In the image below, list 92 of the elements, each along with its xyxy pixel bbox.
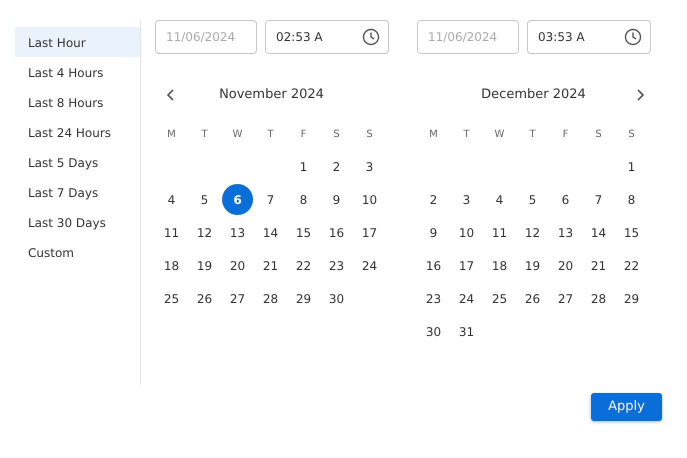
day-button[interactable]: 4: [484, 184, 515, 215]
day-button[interactable]: 5: [189, 184, 220, 215]
day-button[interactable]: 22: [616, 250, 647, 281]
weekday-label: F: [300, 128, 308, 142]
day-button[interactable]: 3: [354, 151, 385, 182]
day-button[interactable]: 14: [255, 217, 286, 248]
day-button[interactable]: 7: [255, 184, 286, 215]
day-button[interactable]: 6: [222, 184, 253, 215]
day-button[interactable]: 17: [451, 250, 482, 281]
day-button[interactable]: 7: [583, 184, 614, 215]
weekday-label: S: [332, 128, 341, 142]
weekday-label: T: [462, 128, 471, 142]
day-button[interactable]: 9: [418, 217, 449, 248]
day-button[interactable]: 15: [288, 217, 319, 248]
day-button[interactable]: 1: [616, 151, 647, 182]
weekday-label: M: [166, 128, 177, 142]
day-button[interactable]: 22: [288, 250, 319, 281]
weekday-label: F: [562, 128, 570, 142]
day-button[interactable]: 3: [451, 184, 482, 215]
day-button[interactable]: 25: [156, 283, 187, 314]
day-button[interactable]: 11: [484, 217, 515, 248]
weekday-label: W: [232, 128, 244, 142]
day-button[interactable]: 27: [222, 283, 253, 314]
day-button[interactable]: 28: [255, 283, 286, 314]
day-button[interactable]: 26: [517, 283, 548, 314]
clock-icon[interactable]: [624, 28, 642, 46]
day-button[interactable]: 13: [550, 217, 581, 248]
apply-button[interactable]: Apply: [591, 393, 662, 421]
day-button[interactable]: 19: [189, 250, 220, 281]
preset-item[interactable]: Last 8 Hours: [15, 87, 140, 117]
preset-item[interactable]: Custom: [15, 237, 140, 267]
day-button[interactable]: 28: [583, 283, 614, 314]
preset-item[interactable]: Last 30 Days: [15, 207, 140, 237]
preset-item[interactable]: Last 7 Days: [15, 177, 140, 207]
day-button[interactable]: 23: [418, 283, 449, 314]
day-button[interactable]: 14: [583, 217, 614, 248]
preset-item[interactable]: Last 5 Days: [15, 147, 140, 177]
day-button[interactable]: 30: [418, 316, 449, 347]
time-field[interactable]: 02:53 A: [265, 20, 389, 54]
weekday-label: S: [365, 128, 374, 142]
day-button[interactable]: 30: [321, 283, 352, 314]
month-title: December 2024: [481, 86, 586, 104]
date-field[interactable]: 11/06/2024: [417, 20, 519, 54]
day-button[interactable]: 31: [451, 316, 482, 347]
day-button[interactable]: 18: [484, 250, 515, 281]
day-button[interactable]: 23: [321, 250, 352, 281]
weekday-label: M: [428, 128, 439, 142]
day-button[interactable]: 18: [156, 250, 187, 281]
day-button[interactable]: 29: [288, 283, 319, 314]
day-button[interactable]: 15: [616, 217, 647, 248]
weekday-label: S: [594, 128, 603, 142]
day-button[interactable]: 27: [550, 283, 581, 314]
weekday-label: T: [528, 128, 537, 142]
day-button[interactable]: 12: [517, 217, 548, 248]
day-button[interactable]: 8: [616, 184, 647, 215]
time-field[interactable]: 03:53 A: [527, 20, 651, 54]
day-button[interactable]: 13: [222, 217, 253, 248]
day-button[interactable]: 29: [616, 283, 647, 314]
month-title: November 2024: [219, 86, 324, 104]
preset-item[interactable]: Last 24 Hours: [15, 117, 140, 147]
day-button[interactable]: 4: [156, 184, 187, 215]
day-button[interactable]: 24: [354, 250, 385, 281]
clock-icon[interactable]: [362, 28, 380, 46]
day-button[interactable]: 17: [354, 217, 385, 248]
day-button[interactable]: 5: [517, 184, 548, 215]
day-button[interactable]: 19: [517, 250, 548, 281]
day-button[interactable]: 2: [418, 184, 449, 215]
day-button[interactable]: 8: [288, 184, 319, 215]
day-button[interactable]: 9: [321, 184, 352, 215]
day-button[interactable]: 25: [484, 283, 515, 314]
day-button[interactable]: 21: [583, 250, 614, 281]
weekday-label: T: [266, 128, 275, 142]
day-button[interactable]: 24: [451, 283, 482, 314]
preset-item[interactable]: Last 4 Hours: [15, 57, 140, 87]
preset-item[interactable]: Last Hour: [15, 27, 140, 57]
weekday-label: S: [627, 128, 636, 142]
date-field[interactable]: 11/06/2024: [155, 20, 257, 54]
day-button[interactable]: 11: [156, 217, 187, 248]
day-button[interactable]: 20: [222, 250, 253, 281]
day-button[interactable]: 6: [550, 184, 581, 215]
day-button[interactable]: 20: [550, 250, 581, 281]
day-button[interactable]: 21: [255, 250, 286, 281]
day-button[interactable]: 12: [189, 217, 220, 248]
day-button[interactable]: 16: [321, 217, 352, 248]
weekday-label: W: [494, 128, 506, 142]
day-button[interactable]: 10: [451, 217, 482, 248]
day-button[interactable]: 10: [354, 184, 385, 215]
day-button[interactable]: 1: [288, 151, 319, 182]
day-button[interactable]: 2: [321, 151, 352, 182]
weekday-label: T: [200, 128, 209, 142]
day-button[interactable]: 16: [418, 250, 449, 281]
day-button[interactable]: 26: [189, 283, 220, 314]
